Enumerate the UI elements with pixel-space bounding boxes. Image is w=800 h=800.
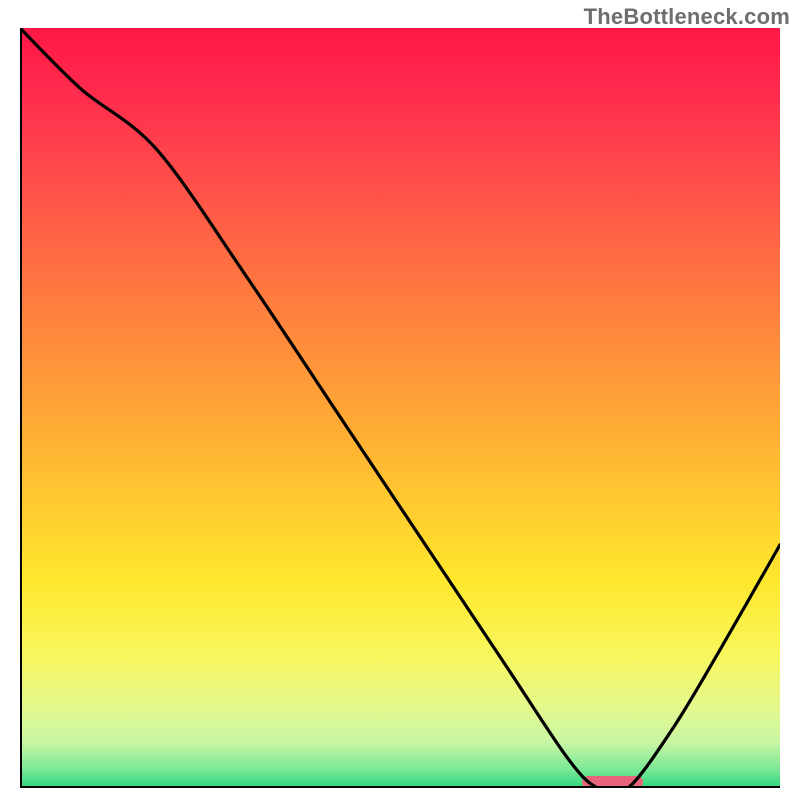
chart-container: TheBottleneck.com bbox=[0, 0, 800, 800]
watermark-text: TheBottleneck.com bbox=[584, 4, 790, 30]
axes-layer bbox=[20, 28, 780, 788]
plot-area bbox=[20, 28, 780, 788]
